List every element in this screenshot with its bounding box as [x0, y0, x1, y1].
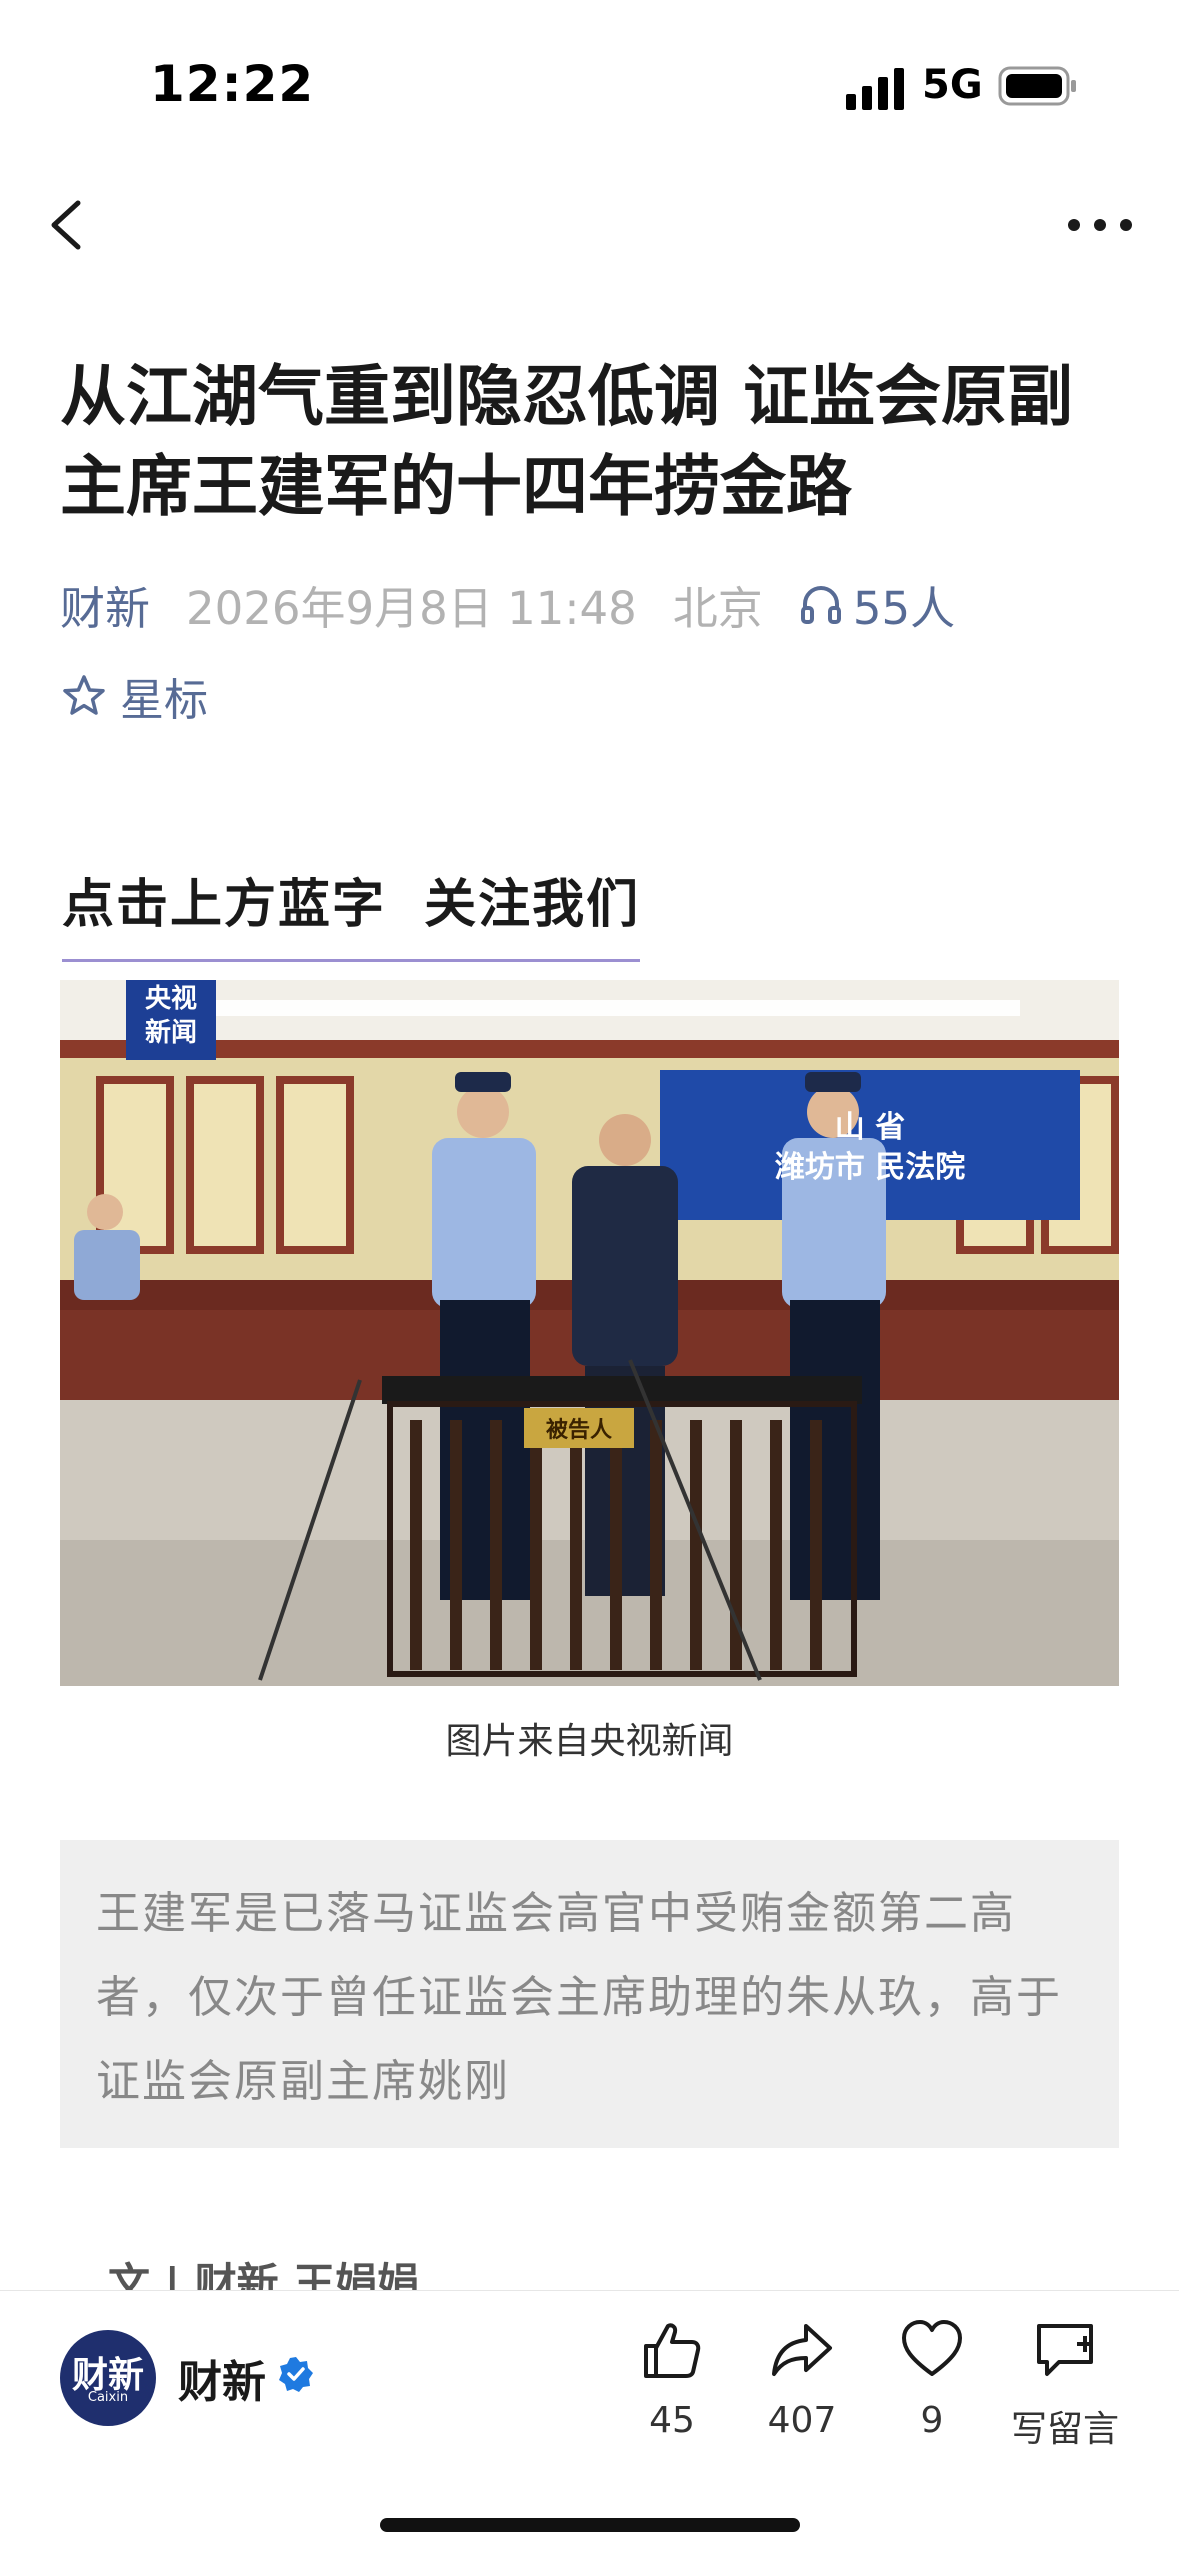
comment-icon — [1037, 2324, 1093, 2376]
article-summary: 王建军是已落马证监会高官中受贿金额第二高者，仅次于曾任证监会主席助理的朱从玖，高… — [60, 1840, 1119, 2148]
follow-prompt[interactable]: 点击上方蓝字 关注我们 — [62, 862, 641, 962]
verified-badge-icon — [279, 2357, 313, 2392]
share-arrow-icon — [772, 2324, 832, 2376]
star-label: 星标 — [120, 675, 208, 726]
publish-date: 2026年9月8日 11:48 — [186, 581, 637, 635]
comment-label: 写留言 — [1010, 2409, 1119, 2450]
publish-city: 北京 — [672, 581, 763, 635]
image-caption: 图片来自央视新闻 — [445, 1721, 734, 1762]
star-icon — [63, 675, 105, 715]
avatar-subtext: Caixin — [87, 2390, 129, 2405]
share-count: 407 — [767, 2400, 837, 2441]
summary-text: 王建军是已落马证监会高官中受贿金额第二高者，仅次于曾任证监会主席助理的朱从玖，高… — [96, 1888, 1062, 2107]
source-link[interactable]: 财新 — [60, 572, 150, 637]
favorite-button[interactable]: 9 — [872, 2318, 992, 2441]
article-title: 从江湖气重到隐忍低调 证监会原副主席王建军的十四年捞金路 — [60, 358, 1073, 525]
courtroom-photo — [60, 980, 1119, 1686]
thumbs-up-icon — [644, 2323, 701, 2378]
back-icon[interactable] — [40, 195, 100, 255]
headphones-icon — [800, 586, 841, 624]
listen-button[interactable]: 55人 — [799, 572, 955, 637]
account-avatar[interactable]: 财新 Caixin — [60, 2330, 156, 2426]
like-count: 45 — [649, 2400, 695, 2441]
article-image[interactable]: 央视 新闻 山 省 潍坊市 民法院 被告人 — [60, 980, 1119, 1686]
article-meta: 财新 2026年9月8日 11:48 北京 55人 — [60, 572, 955, 637]
favorite-count: 9 — [920, 2400, 944, 2441]
comment-button[interactable]: 写留言 — [1000, 2318, 1130, 2452]
status-time: 12:22 — [150, 55, 315, 113]
account-name[interactable]: 财新 — [178, 2346, 266, 2410]
court-banner: 山 省 潍坊市 民法院 — [774, 1110, 966, 1185]
network-label: 5G — [922, 62, 983, 108]
like-button[interactable]: 45 — [612, 2318, 732, 2441]
share-button[interactable]: 407 — [742, 2318, 862, 2441]
battery-icon — [998, 66, 1076, 106]
listener-count: 55人 — [852, 581, 956, 635]
heart-icon — [902, 2320, 962, 2376]
defendant-sign: 被告人 — [545, 1418, 612, 1443]
home-indicator[interactable] — [380, 2518, 800, 2532]
signal-icon — [846, 68, 904, 110]
star-button[interactable]: 星标 — [62, 664, 208, 728]
more-options-icon[interactable] — [1060, 200, 1140, 250]
cctv-logo: 央视 新闻 — [144, 984, 197, 1048]
